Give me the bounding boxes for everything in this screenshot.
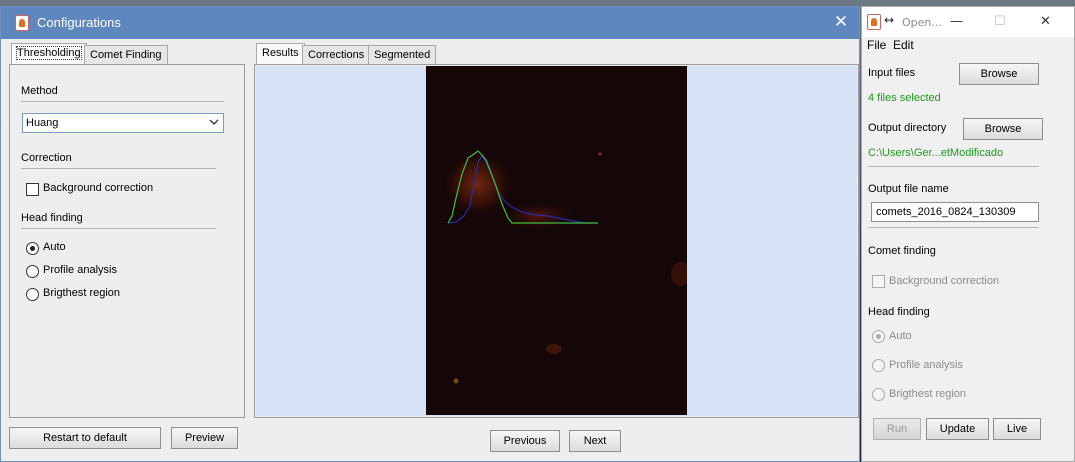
radio-brightest-region-label: Brigthest region xyxy=(889,388,967,400)
tab-thresholding[interactable]: Thresholding xyxy=(11,43,87,65)
restart-to-default-button[interactable]: Restart to default xyxy=(9,427,161,449)
preview-button[interactable]: Preview xyxy=(171,427,238,449)
correction-label: Correction xyxy=(21,152,72,164)
close-icon[interactable]: ✕ xyxy=(1040,14,1051,29)
tab-segmented[interactable]: Segmented xyxy=(368,45,437,65)
input-files-label: Input files xyxy=(868,67,916,79)
menu-edit[interactable]: Edit xyxy=(893,38,914,52)
method-label: Method xyxy=(21,85,58,97)
method-select[interactable]: Huang xyxy=(22,113,224,133)
radio-auto[interactable] xyxy=(26,242,39,255)
tab-results[interactable]: Results xyxy=(256,43,305,65)
title-bar[interactable]: Configurations ✕ xyxy=(1,7,859,39)
window-title: Configurations xyxy=(37,15,121,30)
comet-image-render xyxy=(442,150,691,384)
output-file-name-label: Output file name xyxy=(868,183,949,195)
menu-file[interactable]: File xyxy=(867,38,886,52)
radio-profile-analysis-label: Profile analysis xyxy=(43,264,117,276)
run-button[interactable]: Run xyxy=(873,418,921,440)
image-viewport xyxy=(256,66,857,416)
live-button[interactable]: Live xyxy=(993,418,1041,440)
head-finding-label: Head finding xyxy=(868,306,930,318)
tab-comet-finding[interactable]: Comet Finding xyxy=(84,45,168,65)
browse-output-button[interactable]: Browse xyxy=(963,118,1043,140)
tab-label: Thresholding xyxy=(16,46,82,60)
results-panel xyxy=(254,64,859,418)
comet-finding-label: Comet finding xyxy=(868,245,936,257)
separator xyxy=(21,101,224,102)
radio-auto-label: Auto xyxy=(43,241,66,253)
output-directory-value: C:\Users\Ger...etModificado xyxy=(868,147,1004,159)
background-correction-checkbox[interactable] xyxy=(26,183,39,196)
thresholding-panel: Method Huang Correction Background corre… xyxy=(9,64,245,418)
radio-profile-analysis[interactable] xyxy=(872,359,885,372)
files-selected-status: 4 files selected xyxy=(868,92,941,104)
tab-label: Corrections xyxy=(308,49,365,61)
separator xyxy=(868,227,1039,228)
update-button[interactable]: Update xyxy=(926,418,989,440)
radio-auto[interactable] xyxy=(872,330,885,343)
radio-brightest-region-label: Brigthest region xyxy=(43,287,121,299)
resize-cursor-icon: ↔ xyxy=(884,13,895,27)
background-correction-checkbox[interactable] xyxy=(872,275,885,288)
output-directory-label: Output directory xyxy=(868,122,947,134)
java-app-icon xyxy=(867,14,881,30)
radio-auto-label: Auto xyxy=(889,330,912,342)
chevron-down-icon xyxy=(209,119,219,125)
configurations-window: Configurations ✕ Thresholding Comet Find… xyxy=(0,6,860,462)
radio-profile-analysis[interactable] xyxy=(26,265,39,278)
head-finding-label: Head finding xyxy=(21,212,83,224)
method-selected-value: Huang xyxy=(26,117,59,129)
title-bar[interactable]: ↔ Open... — ☐ ✕ xyxy=(862,7,1074,37)
maximize-icon[interactable]: ☐ xyxy=(994,14,1006,29)
tab-label: Segmented xyxy=(374,49,431,61)
radio-brightest-region[interactable] xyxy=(872,388,885,401)
open-window: ↔ Open... — ☐ ✕ File Edit Input files Br… xyxy=(861,6,1075,462)
background-correction-label: Background correction xyxy=(889,275,1000,287)
previous-button[interactable]: Previous xyxy=(490,430,560,452)
separator xyxy=(868,166,1039,167)
comet-image xyxy=(426,66,691,415)
window-title: Open... xyxy=(902,16,942,29)
tab-label: Results xyxy=(262,47,299,59)
output-file-name-input[interactable]: comets_2016_0824_130309 xyxy=(871,202,1039,222)
tab-label: Comet Finding xyxy=(90,49,162,61)
radio-brightest-region[interactable] xyxy=(26,288,39,301)
radio-profile-analysis-label: Profile analysis xyxy=(889,359,963,371)
browse-input-button[interactable]: Browse xyxy=(959,63,1039,85)
separator xyxy=(21,168,216,169)
java-app-icon xyxy=(15,15,29,31)
tab-corrections[interactable]: Corrections xyxy=(302,45,371,65)
minimize-icon[interactable]: — xyxy=(950,14,963,29)
close-icon[interactable]: ✕ xyxy=(831,12,851,32)
background-correction-label: Background correction xyxy=(43,182,154,194)
next-button[interactable]: Next xyxy=(569,430,621,452)
separator xyxy=(21,228,216,229)
